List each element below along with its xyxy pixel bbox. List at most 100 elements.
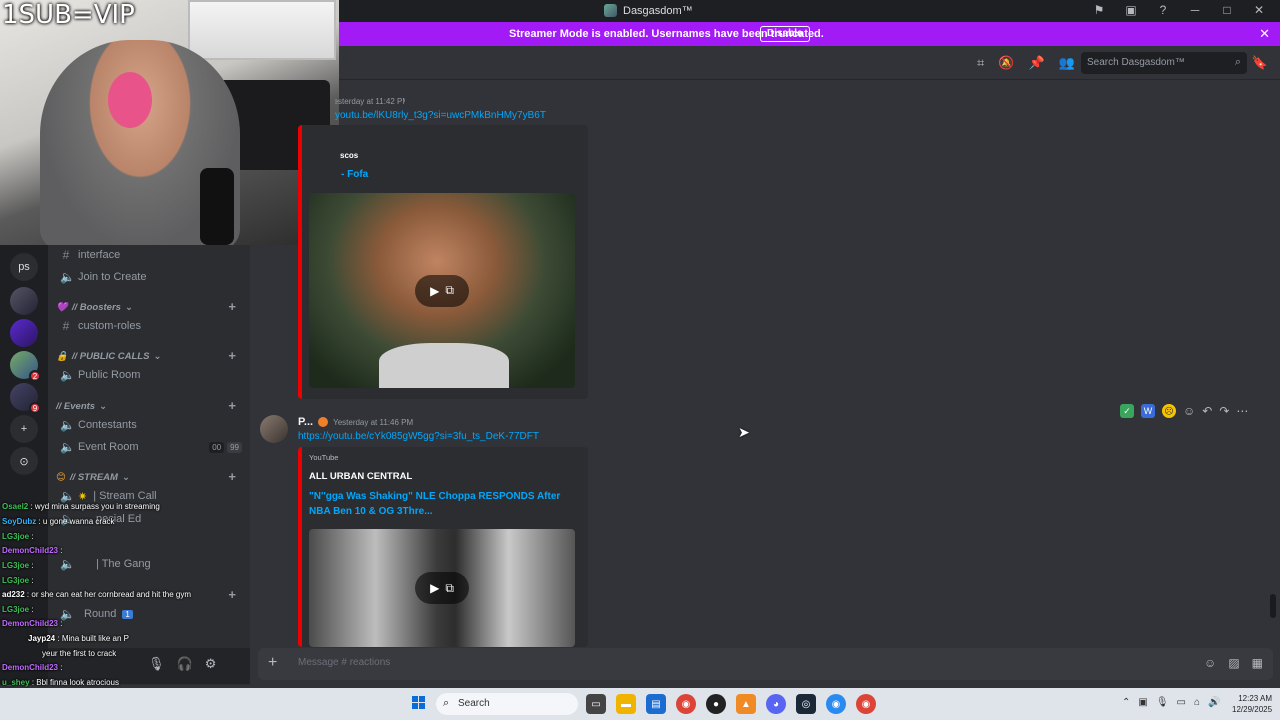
chat-line: LG3joe : xyxy=(2,576,34,585)
embed-author[interactable]: ALL URBAN CENTRAL xyxy=(309,471,412,482)
clock[interactable]: 12:23 AM 12/29/2025 xyxy=(1232,693,1272,715)
check-reaction-icon[interactable]: ✓ xyxy=(1120,404,1134,418)
w-reaction-icon[interactable]: W xyxy=(1141,404,1155,418)
emoji-icon[interactable]: ☺ xyxy=(1204,656,1216,670)
add-channel-icon[interactable]: + xyxy=(228,469,236,484)
channel-event-room[interactable]: 🔈 Event Room 00 99 xyxy=(56,437,242,457)
lock-icon: 🔒 xyxy=(56,350,68,362)
app-icon[interactable]: ▲ xyxy=(736,694,756,714)
display-icon[interactable]: ▭ xyxy=(1177,697,1186,708)
channel-toolbar: ⌗ 🔕 📌 👥 Search Dasgasdom™ ⌕ 🔖 xyxy=(339,46,1280,80)
message-link[interactable]: youtu.be/lKU8rly_t3g?si=uwcPMkBnHMy7yB6T xyxy=(335,110,546,121)
help-icon[interactable]: ? xyxy=(1156,3,1170,17)
message-link[interactable]: https://youtu.be/cYk085gW5gg?si=3fu_ts_D… xyxy=(298,431,539,442)
flag-icon[interactable]: ⚑ xyxy=(1092,3,1106,17)
taskbar: ⌕ Search ▭ ▬ ▤ ◉ ● ▲ ◕ ◎ ◉ ◉ ⌃ ▣ 🎙 ▭ ⌂ 🔊… xyxy=(0,688,1280,720)
add-channel-icon[interactable]: + xyxy=(228,299,236,314)
file-explorer-icon[interactable]: ▬ xyxy=(616,694,636,714)
channel-join-to-create[interactable]: 🔈 Join to Create xyxy=(56,267,242,287)
explore-icon[interactable]: ⊙ xyxy=(10,447,38,475)
store-icon[interactable]: ▤ xyxy=(646,694,666,714)
add-server-icon[interactable]: + xyxy=(10,415,38,443)
video-thumbnail[interactable]: ▶ ⧉ xyxy=(309,193,575,388)
image-icon[interactable]: ▨ xyxy=(1228,656,1239,670)
notifications-icon[interactable]: 🔕 xyxy=(998,55,1014,71)
message-author[interactable]: P... xyxy=(298,416,313,428)
maximize-icon[interactable]: □ xyxy=(1220,3,1234,17)
sad-reaction-icon[interactable]: ☹ xyxy=(1162,404,1176,418)
add-channel-icon[interactable]: + xyxy=(228,348,236,363)
chevron-up-icon[interactable]: ⌃ xyxy=(1122,697,1130,708)
chat-text: : u gone wanna crack xyxy=(38,517,115,526)
message-composer[interactable]: + Message # reactions ☺ ▨ ▦ xyxy=(258,648,1273,680)
network-icon[interactable]: ⌂ xyxy=(1194,697,1200,708)
play-icon: ▶ xyxy=(430,581,440,595)
chat-line: DemonChild23 : xyxy=(2,546,62,555)
server-icon[interactable] xyxy=(10,287,38,315)
emoji-icon: 😊 xyxy=(56,471,66,483)
window-controls: ⚑ ▣ ? ─ □ ✕ xyxy=(1092,3,1266,17)
channel-contestants[interactable]: 🔈 Contestants xyxy=(56,415,242,435)
category-name: // Boosters xyxy=(71,301,121,313)
close-icon[interactable]: ✕ xyxy=(1252,3,1266,17)
search-input[interactable]: Search Dasgasdom™ ⌕ xyxy=(1081,52,1247,74)
toolbar-icons: ⌗ 🔕 📌 👥 xyxy=(977,55,1075,71)
category-events[interactable]: // Events ⌄ + xyxy=(56,398,242,414)
window-title: Dasgasdom™ xyxy=(604,4,693,17)
volume-icon[interactable]: 🔊 xyxy=(1208,697,1220,708)
add-attachment-icon[interactable]: + xyxy=(268,654,277,672)
clock-time: 12:23 AM xyxy=(1238,694,1273,703)
inbox-icon[interactable]: 🔖 xyxy=(1252,55,1268,71)
channel-custom-roles[interactable]: # custom-roles xyxy=(56,316,242,336)
windows-start-icon[interactable] xyxy=(412,696,426,710)
chrome-icon[interactable]: ◉ xyxy=(676,694,696,714)
threads-icon[interactable]: ⌗ xyxy=(977,55,984,71)
members-icon[interactable]: 👥 xyxy=(1059,55,1075,71)
app-icon[interactable]: ● xyxy=(706,694,726,714)
chrome-icon[interactable]: ◉ xyxy=(856,694,876,714)
reply-icon[interactable]: ↶ xyxy=(1202,404,1212,418)
server-icon[interactable] xyxy=(10,319,38,347)
server-icon[interactable]: 9 xyxy=(10,383,41,414)
channel-public-room[interactable]: 🔈 Public Room xyxy=(56,365,242,385)
play-button[interactable]: ▶ ⧉ xyxy=(415,274,469,307)
chat-line: yeur the first to crack xyxy=(2,649,116,658)
search-placeholder: Search Dasgasdom™ xyxy=(1087,57,1185,68)
banner-close-icon[interactable]: ✕ xyxy=(1259,26,1270,42)
category-public-calls[interactable]: 🔒// PUBLIC CALLS ⌄ + xyxy=(56,348,242,364)
category-stream[interactable]: 😊// STREAM ⌄ + xyxy=(56,469,242,485)
embed-title[interactable]: "N''gga Was Shaking" NLE Choppa RESPONDS… xyxy=(309,489,569,519)
server-icon[interactable]: 2 xyxy=(10,351,41,382)
task-view-icon[interactable]: ▭ xyxy=(586,694,606,714)
chat-user: LG3joe xyxy=(2,561,30,570)
chat-line: SoyDubz : u gone wanna crack xyxy=(2,517,115,526)
play-button[interactable]: ▶ ⧉ xyxy=(415,572,469,604)
scrollbar[interactable] xyxy=(1270,594,1276,618)
microphone-icon[interactable]: 🎙 xyxy=(1156,697,1169,708)
forward-icon[interactable]: ↷ xyxy=(1219,404,1229,418)
category-boosters[interactable]: 💜// Boosters ⌄ + xyxy=(56,299,242,315)
server-icon-ps[interactable]: ps xyxy=(10,253,38,281)
add-reaction-icon[interactable]: ☺ xyxy=(1183,404,1195,418)
tray-icon[interactable]: ▣ xyxy=(1138,697,1147,708)
streamer-mode-banner: Streamer Mode is enabled. Usernames have… xyxy=(339,22,1280,46)
browser-icon[interactable]: ◉ xyxy=(826,694,846,714)
chevron-down-icon: ⌄ xyxy=(153,350,162,362)
message-timestamp: Yesterday at 11:42 PM xyxy=(335,97,405,106)
screen-icon[interactable]: ▣ xyxy=(1124,3,1138,17)
pin-icon[interactable]: 📌 xyxy=(1029,55,1045,71)
taskbar-search[interactable]: ⌕ Search xyxy=(436,693,578,715)
discord-icon[interactable]: ◕ xyxy=(766,694,786,714)
stream-chat-overlay: Osael2 : wyd mina surpass you in streami… xyxy=(0,498,245,688)
embed-title[interactable]: - Fofa xyxy=(341,169,368,180)
disable-button[interactable]: Disable xyxy=(760,26,810,42)
channel-interface[interactable]: # interface xyxy=(56,245,242,265)
video-thumbnail[interactable]: ▶ ⧉ xyxy=(309,529,575,647)
apps-icon[interactable]: ▦ xyxy=(1252,656,1263,670)
avatar[interactable] xyxy=(260,415,288,443)
add-channel-icon[interactable]: + xyxy=(228,398,236,413)
more-options-icon[interactable]: ⋯ xyxy=(1236,404,1248,418)
steam-icon[interactable]: ◎ xyxy=(796,694,816,714)
chat-user: DemonChild23 xyxy=(2,546,59,555)
minimize-icon[interactable]: ─ xyxy=(1188,3,1202,17)
